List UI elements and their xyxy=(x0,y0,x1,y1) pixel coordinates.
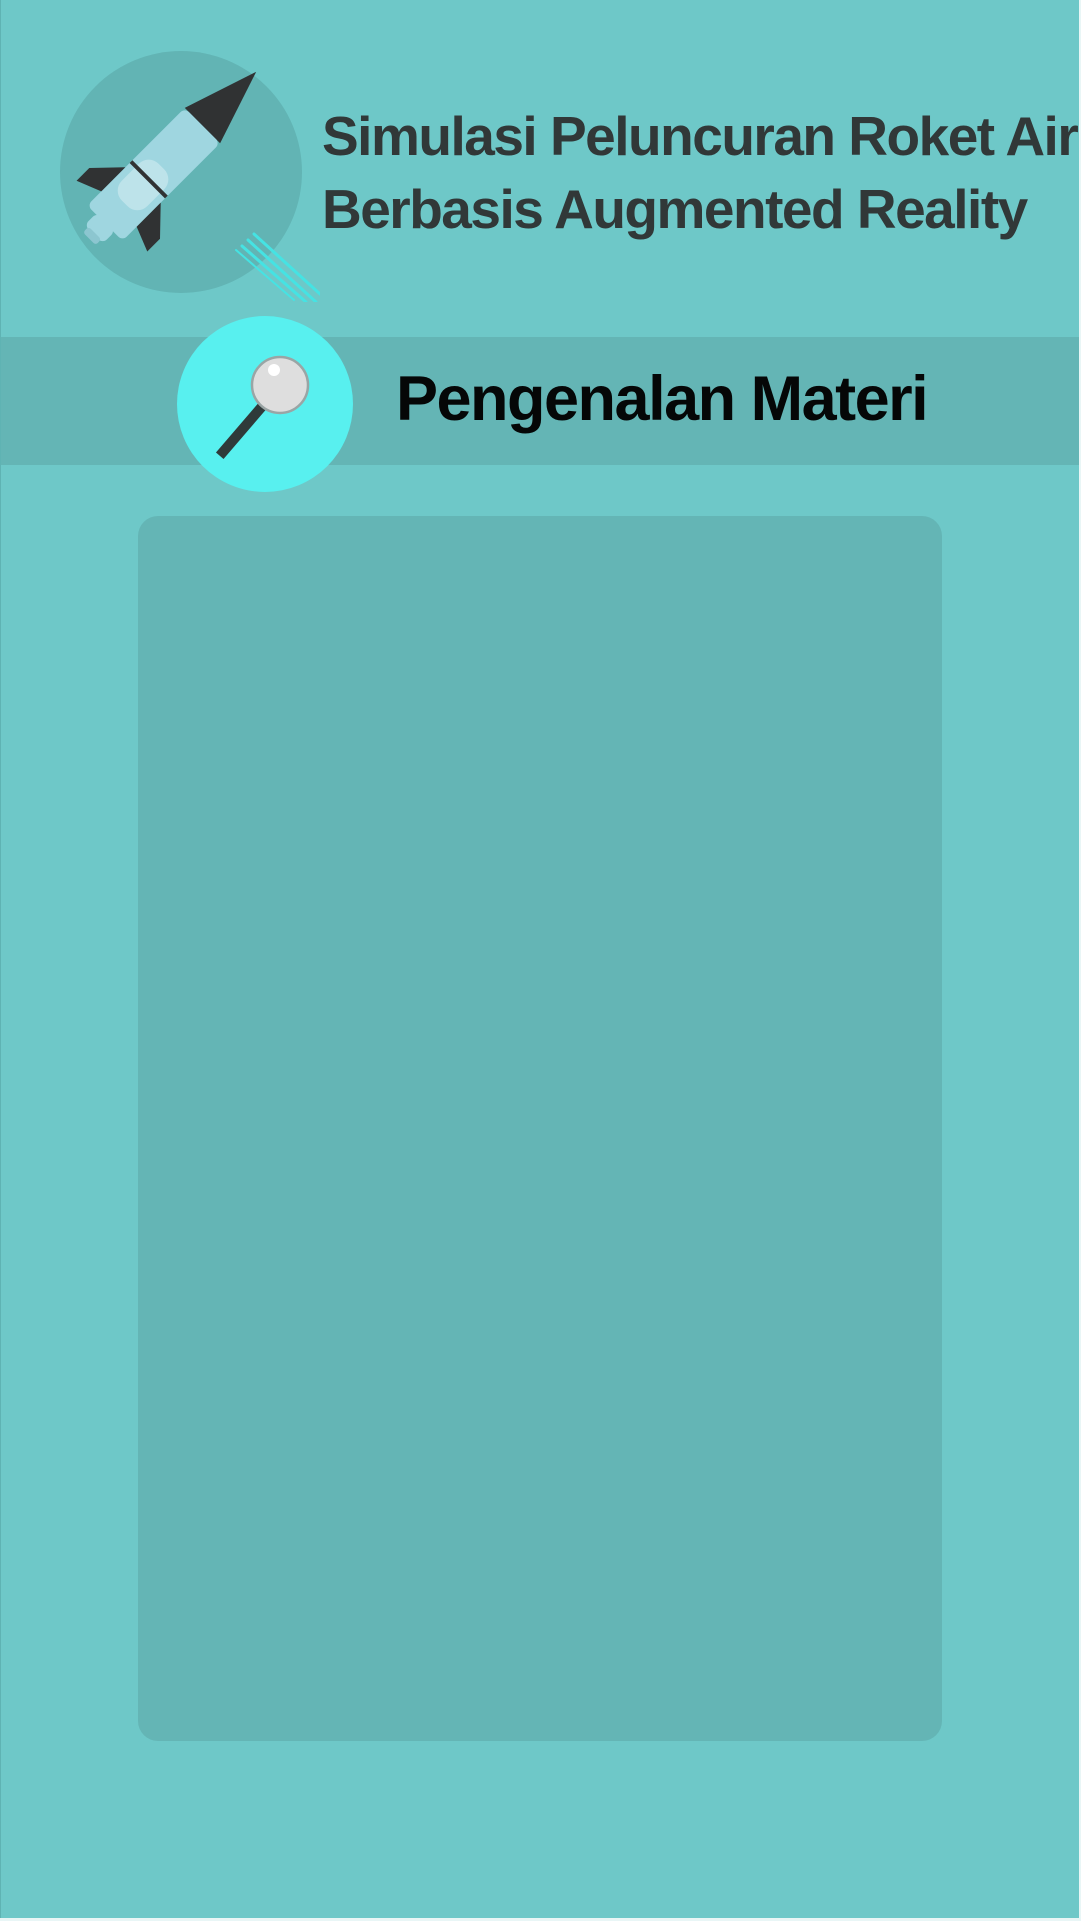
magnifier-button[interactable] xyxy=(177,316,353,492)
app-screen: Simulasi Peluncuran Roket Air Berbasis A… xyxy=(0,0,1081,1921)
app-title: Simulasi Peluncuran Roket Air Berbasis A… xyxy=(322,100,1079,246)
app-title-line-2: Berbasis Augmented Reality xyxy=(322,178,1028,240)
screen-edge-left xyxy=(0,0,1,1921)
content-panel xyxy=(138,516,942,1741)
app-title-line-1: Simulasi Peluncuran Roket Air xyxy=(322,105,1079,167)
rocket-icon xyxy=(60,51,322,304)
section-title: Pengenalan Materi xyxy=(396,364,929,434)
magnifier-icon xyxy=(215,355,310,460)
rocket-logo xyxy=(58,50,322,304)
